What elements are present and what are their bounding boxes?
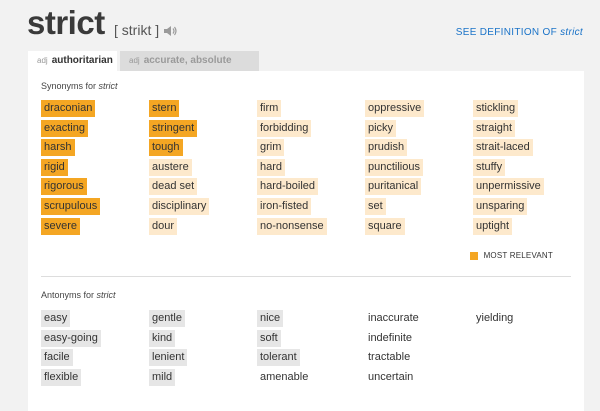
synonyms-title-word: strict <box>98 81 118 91</box>
synonym-chip[interactable]: disciplinary <box>149 198 210 215</box>
antonym-chip[interactable]: yielding <box>473 310 516 327</box>
antonym-chip[interactable]: flexible <box>41 368 82 386</box>
synonym-chip[interactable]: hard <box>257 158 286 176</box>
antonym-chip[interactable]: gentle <box>149 310 185 327</box>
synonym-chip[interactable]: unpermissive <box>473 178 544 196</box>
synonym-chip[interactable]: exacting <box>41 119 88 137</box>
synonym-chip[interactable]: strait-laced <box>473 139 533 157</box>
antonym-chip[interactable]: soft <box>257 329 281 347</box>
synonym-chip[interactable]: scrupulous <box>41 198 101 215</box>
antonym-chip[interactable]: easy-going <box>41 329 101 347</box>
tab-authoritarian[interactable]: adj authoritarian <box>28 51 117 71</box>
antonym-chip[interactable]: facile <box>41 349 73 367</box>
antonym-chip[interactable]: nice <box>257 310 284 327</box>
antonym-chip[interactable]: kind <box>149 329 176 347</box>
legend: MOST RELEVANT <box>469 251 553 260</box>
synonym-chip[interactable]: forbidding <box>257 119 312 137</box>
synonym-chip[interactable]: austere <box>149 158 192 176</box>
tab-pos: adj <box>37 56 48 65</box>
legend-swatch <box>469 251 478 260</box>
synonym-chip[interactable]: punctilious <box>365 158 423 176</box>
tab-label: accurate, absolute <box>143 55 232 66</box>
pronunciation: [ strikt ] <box>114 22 160 38</box>
synonym-chip[interactable]: stringent <box>149 119 198 137</box>
antonym-chip[interactable]: tolerant <box>257 349 300 367</box>
synonym-chip[interactable]: unsparing <box>473 198 528 215</box>
synonym-chip[interactable]: no-nonsense <box>257 217 327 235</box>
legend-label: MOST RELEVANT <box>483 251 553 260</box>
tab-label: authoritarian <box>51 55 113 66</box>
antonym-chip[interactable]: lenient <box>149 349 188 367</box>
speaker-icon[interactable] <box>163 24 177 38</box>
thesaurus-panel: Synonyms for strict draconian exacting har… <box>28 71 584 411</box>
antonym-chip[interactable]: uncertain <box>365 369 416 386</box>
synonym-chip[interactable]: stickling <box>473 100 519 117</box>
antonym-chip[interactable]: mild <box>149 368 176 386</box>
synonym-chip[interactable]: uptight <box>473 217 513 235</box>
synonym-chip[interactable]: rigid <box>41 158 68 176</box>
antonyms-title-prefix: Antonyms for <box>41 290 95 300</box>
synonym-chip[interactable]: stuffy <box>473 158 506 176</box>
antonym-chip[interactable]: amenable <box>257 369 311 386</box>
see-definition-prefix: SEE DEFINITION OF <box>455 27 557 38</box>
antonym-chip[interactable]: inaccurate <box>365 310 422 327</box>
synonym-chip[interactable]: severe <box>41 217 81 235</box>
synonym-chip[interactable]: hard-boiled <box>257 178 319 196</box>
headword: strict <box>27 4 105 41</box>
synonym-chip[interactable]: firm <box>257 100 282 117</box>
synonym-chip[interactable]: dour <box>149 217 178 235</box>
antonyms-title: Antonyms for strict <box>41 290 116 300</box>
synonym-chip[interactable]: iron-fisted <box>257 198 312 215</box>
synonym-chip[interactable]: grim <box>257 139 285 157</box>
divider <box>41 276 571 277</box>
antonym-chip[interactable]: tractable <box>365 349 413 366</box>
synonym-chip[interactable]: set <box>365 198 386 215</box>
synonym-chip[interactable]: tough <box>149 139 183 157</box>
synonym-chip[interactable]: dead set <box>149 178 198 196</box>
tab-pos: adj <box>129 56 140 65</box>
antonyms-title-word: strict <box>96 290 116 300</box>
synonym-chip[interactable]: draconian <box>41 100 96 117</box>
synonym-chip[interactable]: oppressive <box>365 100 425 117</box>
synonym-chip[interactable]: puritanical <box>365 178 422 196</box>
synonyms-title: Synonyms for strict <box>41 81 118 91</box>
synonym-chip[interactable]: stern <box>149 100 180 117</box>
synonym-chip[interactable]: harsh <box>41 139 75 157</box>
antonym-chip[interactable]: easy <box>41 310 71 327</box>
antonym-chip[interactable]: indefinite <box>365 330 415 347</box>
tab-accurate-absolute[interactable]: adj accurate, absolute <box>120 51 259 71</box>
synonyms-title-prefix: Synonyms for <box>41 81 97 91</box>
synonym-chip[interactable]: picky <box>365 119 397 137</box>
synonym-chip[interactable]: straight <box>473 119 516 137</box>
synonym-chip[interactable]: rigorous <box>41 178 87 196</box>
see-definition-link[interactable]: SEE DEFINITION OF strict <box>456 27 583 38</box>
synonym-chip[interactable]: prudish <box>365 139 408 157</box>
synonym-chip[interactable]: square <box>365 217 405 235</box>
see-definition-word: strict <box>560 27 583 38</box>
